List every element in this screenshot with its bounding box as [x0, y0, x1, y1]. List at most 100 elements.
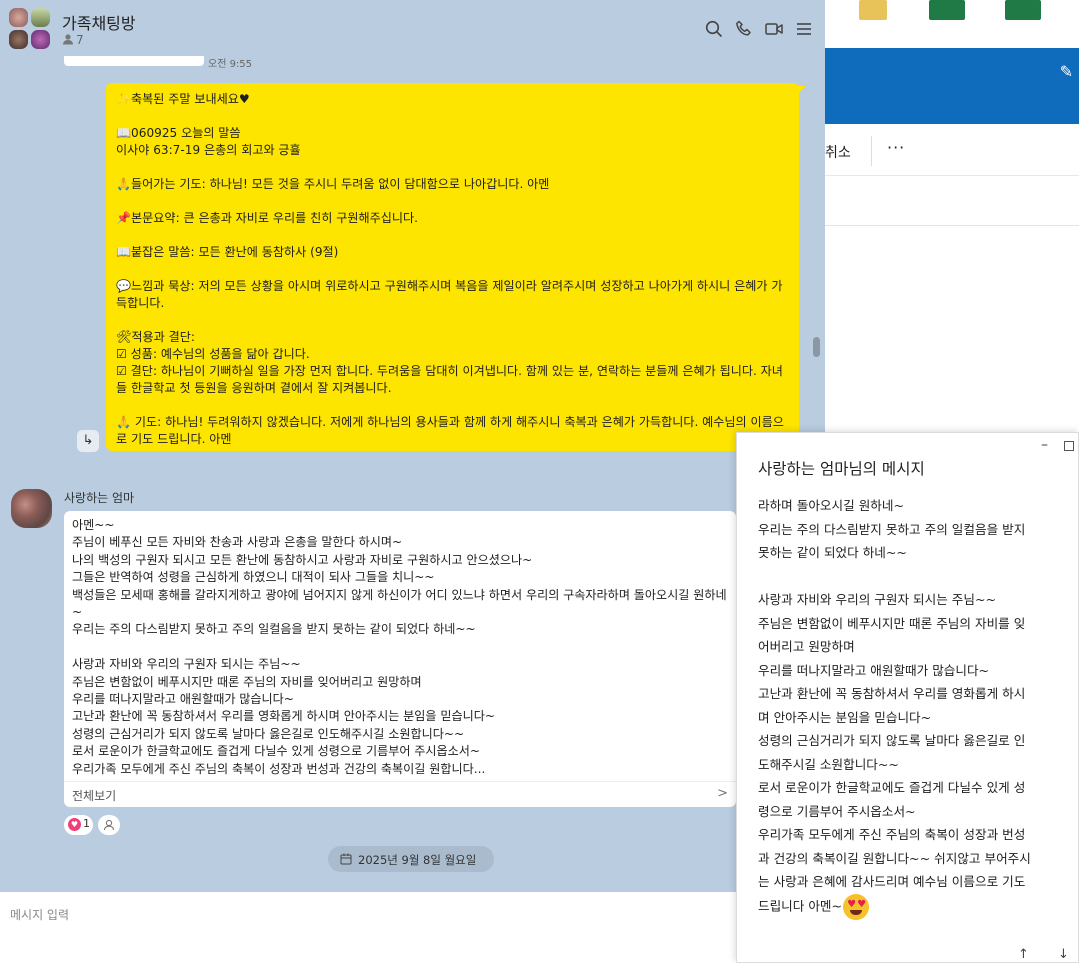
- call-button[interactable]: [734, 19, 754, 39]
- share-button[interactable]: ↳: [77, 430, 99, 452]
- message-line: 💬느낌과 묵상: 저의 모든 상황을 아시며 위로하시고 구원해주시며 복음을 …: [116, 279, 783, 310]
- folder-icon[interactable]: [859, 0, 887, 20]
- message-line: 우리가족 모두에게 주신 주님의 축복이 성장과 번성: [758, 827, 1026, 842]
- message-line: 로서 로운이가 한글학교에도 즐겁게 다닐수 있게 성: [758, 780, 1026, 795]
- toolbar: 취소 ···: [825, 128, 1079, 176]
- scroll-down-icon[interactable]: ↓: [1058, 947, 1069, 962]
- reaction-count: 1: [83, 817, 90, 830]
- message-line: 🛠적용과 결단:: [116, 330, 195, 344]
- message-line: 🙏 기도: 하나님! 두려워하지 않겠습니다. 저에게 하나님의 용사들과 함께…: [116, 415, 784, 446]
- heart-eyes-emoji-icon: ♥ ♥: [843, 893, 870, 920]
- search-button[interactable]: [704, 19, 724, 39]
- phone-icon: [736, 20, 751, 36]
- message-line: 라하며 돌아오시길 원하네~: [758, 498, 905, 513]
- message-line: 아멘~~: [72, 518, 115, 532]
- chevron-right-icon: >: [717, 786, 728, 801]
- received-message-text: 아멘~~ 주님이 베푸신 모든 자비와 찬송과 사랑과 은총을 말한다 하시며~ 나…: [72, 517, 730, 778]
- message-line: 우리는 주의 다스림받지 못하고 주의 일컬음을 받지: [758, 521, 1026, 537]
- heart-icon: ♥: [68, 818, 81, 831]
- popup-message-text: 라하며 돌아오시길 원하네~ 우리는 주의 다스림받지 못하고 주의 일컬음을 받…: [758, 494, 1066, 920]
- subject-field[interactable]: [825, 184, 1079, 226]
- see-all-label: 전체보기: [72, 789, 117, 803]
- avatar: [9, 30, 28, 49]
- video-call-button[interactable]: [764, 19, 784, 39]
- message-popup-window: – 사랑하는 엄마님의 메시지 라하며 돌아오시길 원하네~ 우리는 주의 다스림…: [736, 432, 1079, 963]
- message-line: 우리가족 모두에게 주신 주님의 축복이 성장과 번성과 건강의 축복이길 원합…: [72, 761, 486, 776]
- my-message-text: ✨축복된 주말 보내세요♥ 📖060925 오늘의 말씀이사야 63:7-19 은…: [116, 91, 789, 448]
- message-line: 못하는 같이 되었다 하네~~: [758, 545, 907, 560]
- chat-window: 가족채팅방 7 오전 9:55 ✨축복된 주말 보내세요♥ 📖060925 오늘의…: [0, 0, 825, 963]
- message-line: ☑ 성품: 예수님의 성품을 닮아 갑니다.: [116, 347, 310, 361]
- message-line: 🙏들어가는 기도: 하나님! 모든 것을 주시니 두려움 없이 담대함으로 나아…: [116, 177, 550, 191]
- message-line: 그들은 반역하여 성령을 근심하게 하였으니 대적이 되사 그들을 치니~~: [72, 570, 435, 585]
- message-line: 과 건강의 축복이길 원합니다~~ 쉬지않고 부어주시: [758, 850, 1031, 866]
- cancel-button[interactable]: 취소: [825, 142, 851, 162]
- avatar[interactable]: [11, 489, 52, 528]
- message-line: 도해주시길 소원합니다~~: [758, 756, 899, 772]
- message-line: 주님은 변함없이 베푸시지만 때론 주님의 자비를 잊: [758, 615, 1026, 631]
- chat-header: 가족채팅방 7: [0, 0, 825, 56]
- message-line: 나의 백성의 구원자 되시고 모든 환난에 동참하시고 사랑과 자비로 구원하시…: [72, 552, 533, 567]
- share-icon: ↳: [82, 433, 94, 448]
- message-line: 는 사랑과 은혜에 감사드리며 예수님 이름으로 기도: [758, 874, 1026, 889]
- minimize-icon[interactable]: –: [1041, 437, 1048, 453]
- bubble-tail: [797, 86, 806, 94]
- message-line: 우리는 주의 다스림받지 못하고 주의 일컬음을 받지 못하는 같이 되었다 하…: [72, 622, 476, 637]
- message-line: 성령의 근심거리가 되지 않도록 날마다 옳은길로 인도해주시길 소원합니다~~: [72, 726, 465, 741]
- my-message-bubble[interactable]: ✨축복된 주말 보내세요♥ 📖060925 오늘의 말씀이사야 63:7-19 은…: [106, 83, 799, 451]
- popup-title: 사랑하는 엄마님의 메시지: [758, 460, 925, 478]
- message-line: ✨축복된 주말 보내세요♥: [116, 92, 250, 106]
- received-message-bubble[interactable]: 아멘~~ 주님이 베푸신 모든 자비와 찬송과 사랑과 은총을 말한다 하시며~ 나…: [64, 511, 736, 807]
- toolbar-divider: [871, 136, 872, 166]
- member-icon: [63, 34, 73, 45]
- message-line: 주님은 변함없이 베푸시지만 때론 주님의 자비를 잊어버리고 원망하며: [72, 674, 422, 689]
- user-icon: [103, 819, 115, 831]
- search-icon: [705, 20, 723, 38]
- message-line: 사랑과 자비와 우리의 구원자 되시는 주님~~: [72, 657, 301, 672]
- message-line: ☑ 결단: 하나님이 기뻐하실 일을 가장 먼저 합니다. 두려움을 담대히 이…: [116, 364, 783, 395]
- chat-scrollbar[interactable]: [813, 337, 820, 357]
- message-line: 📖060925 오늘의 말씀: [116, 126, 241, 140]
- message-line: 성령의 근심거리가 되지 않도록 날마다 옳은길로 인: [758, 733, 1026, 748]
- popup-last-line-text: 드립니다 아멘~: [758, 898, 843, 913]
- excel-file-icon[interactable]: [1005, 0, 1041, 20]
- menu-button[interactable]: [794, 19, 814, 39]
- video-call-icon: [765, 23, 783, 35]
- ribbon-bar: ✎: [825, 48, 1079, 124]
- avatar: [9, 8, 28, 27]
- date-divider: 2025년 9월 8일 월요일: [328, 846, 494, 872]
- see-all-button[interactable]: 전체보기 >: [64, 781, 736, 807]
- maximize-icon[interactable]: [1064, 441, 1074, 451]
- message-input[interactable]: [10, 904, 730, 926]
- group-avatar[interactable]: [9, 8, 51, 50]
- message-line: 이사야 63:7-19 은총의 회고와 긍휼: [116, 143, 301, 157]
- scroll-up-icon[interactable]: ↑: [1018, 947, 1029, 962]
- message-line: 로서 로운이가 한글학교에도 즐겁게 다닐수 있게 성령으로 기름부어 주시옵소…: [72, 744, 481, 759]
- heart-reaction[interactable]: ♥ 1: [64, 815, 93, 835]
- message-line: 주님이 베푸신 모든 자비와 찬송과 사랑과 은총을 말한다 하시며~: [72, 535, 403, 550]
- message-line: 며 안아주시는 분임을 믿습니다~: [758, 709, 932, 725]
- excel-file-icon[interactable]: [929, 0, 965, 20]
- message-line: 령으로 기름부어 주시옵소서~: [758, 803, 916, 819]
- edit-icon[interactable]: ✎: [1060, 62, 1073, 81]
- message-time: 오전 9:55: [208, 59, 253, 70]
- chat-title: 가족채팅방: [62, 14, 136, 33]
- message-line: 고난과 환난에 꼭 동참하셔서 우리를 영화롭게 하시며 안아주시는 분임을 믿…: [72, 709, 496, 724]
- menu-icon: [797, 23, 811, 35]
- message-line: 사랑과 자비와 우리의 구원자 되시는 주님~~: [758, 592, 997, 607]
- more-options-button[interactable]: ···: [887, 138, 905, 157]
- desktop-icons-strip: [825, 0, 1079, 48]
- message-input-area: [0, 892, 825, 963]
- reaction-users-button[interactable]: [98, 815, 120, 835]
- message-line: 우리를 떠나지말라고 애원할때가 많습니다~: [758, 662, 990, 678]
- avatar: [31, 8, 50, 27]
- message-line: 📌본문요약: 큰 은총과 자비로 우리를 친히 구원해주십니다.: [116, 211, 418, 225]
